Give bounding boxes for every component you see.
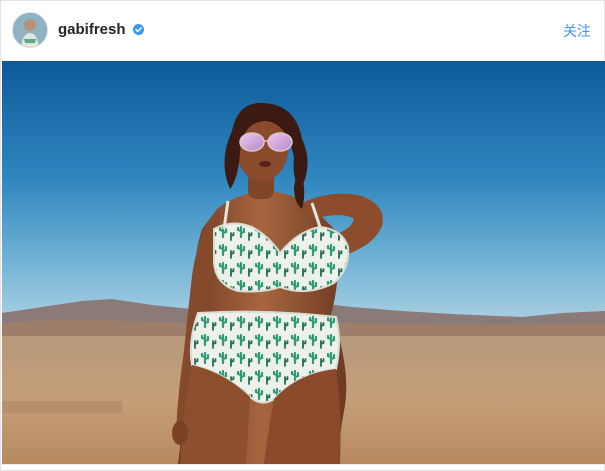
follow-button[interactable]: 关注	[563, 21, 591, 41]
verified-badge-icon	[133, 24, 144, 35]
avatar-image-icon	[13, 13, 47, 47]
post-divider	[1, 464, 604, 465]
username-link[interactable]: gabifresh	[58, 21, 126, 38]
instagram-post: gabifresh 关注	[0, 0, 605, 471]
post-photo[interactable]	[2, 61, 605, 464]
user-avatar[interactable]	[12, 12, 48, 48]
post-header: gabifresh 关注	[1, 1, 604, 59]
beach-photo-icon	[2, 61, 605, 464]
